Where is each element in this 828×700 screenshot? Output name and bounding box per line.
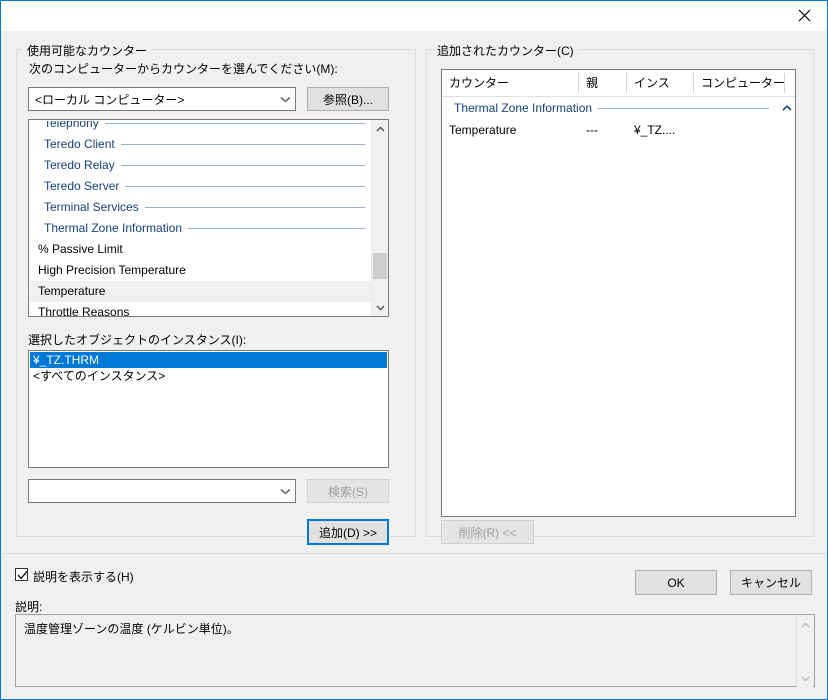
chevron-up-icon[interactable] [779, 105, 795, 111]
search-button[interactable]: 検索(S) [307, 479, 389, 503]
category-rule [120, 165, 365, 166]
instances-rows: ¥_TZ.THRM <すべてのインスタンス> [30, 352, 387, 384]
category-rule [104, 123, 365, 124]
instances-label: 選択したオブジェクトのインスタンス(I): [28, 333, 247, 347]
counter-tree-rows: Telephony Teredo Client Teredo Relay Teredo… [30, 121, 387, 316]
ok-button[interactable]: OK [635, 570, 717, 595]
added-counters-rows: Thermal Zone Information Temperature --- ¥_… [442, 97, 795, 141]
added-counters-table[interactable]: カウンター 親 インス コンピューター Thermal Zone Informa… [441, 69, 796, 517]
counter-tree-listbox[interactable]: Telephony Teredo Client Teredo Relay Teredo… [28, 119, 389, 317]
counter-category-row[interactable]: Thermal Zone Information [30, 218, 387, 239]
counter-tree-scrollbar[interactable] [371, 120, 388, 316]
show-description-label[interactable]: 説明を表示する(H) [33, 568, 134, 585]
add-counter-button[interactable]: 追加(D) >> [307, 519, 389, 545]
footer-divider [2, 553, 826, 554]
cell-instance: ¥_TZ.... [634, 123, 676, 137]
instance-list-item[interactable]: <すべてのインスタンス> [30, 368, 387, 384]
counter-category-label: Thermal Zone Information [44, 221, 183, 235]
description-text: 温度管理ゾーンの温度 (ケルビン単位)。 [24, 622, 239, 636]
computer-select-label: 次のコンピューターからカウンターを選んでください(M): [29, 62, 338, 76]
title-bar [1, 1, 827, 32]
cell-parent: --- [586, 123, 598, 137]
instances-listbox[interactable]: ¥_TZ.THRM <すべてのインスタンス> [28, 350, 389, 468]
scroll-down-icon[interactable] [372, 299, 388, 316]
category-rule [144, 207, 365, 208]
category-rule [188, 228, 365, 229]
add-counters-dialog: 使用可能なカウンター 次のコンピューターからカウンターを選んでください(M): … [0, 0, 828, 700]
column-divider[interactable] [784, 73, 785, 93]
scroll-up-icon[interactable] [372, 120, 388, 137]
added-counter-group-label: Thermal Zone Information [454, 101, 593, 115]
counter-category-label: Teredo Relay [44, 158, 115, 172]
cancel-button[interactable]: キャンセル [730, 570, 812, 595]
column-header-counter[interactable]: カウンター [442, 70, 577, 96]
counter-category-label: Teredo Server [44, 179, 120, 193]
instance-search-combo[interactable] [28, 479, 296, 503]
available-counters-group-label: 使用可能なカウンター [23, 42, 152, 59]
description-label: 説明: [15, 600, 43, 614]
scroll-down-icon[interactable] [797, 670, 813, 687]
category-rule [120, 144, 365, 145]
column-header-instance[interactable]: インス [627, 70, 693, 96]
remove-counter-button[interactable]: 削除(R) << [441, 520, 534, 544]
description-scrollbar[interactable] [796, 616, 813, 687]
counter-category-row[interactable]: Teredo Relay [30, 155, 387, 176]
counter-item-row[interactable]: High Precision Temperature [30, 260, 387, 281]
chevron-down-icon [275, 88, 295, 110]
counter-category-label: Teredo Client [44, 137, 115, 151]
counter-item-row[interactable]: Temperature [30, 281, 387, 302]
show-description-checkbox[interactable] [15, 568, 28, 581]
scroll-up-icon[interactable] [797, 616, 813, 633]
counter-category-row[interactable]: Teredo Server [30, 176, 387, 197]
browse-button[interactable]: 参照(B)... [307, 87, 389, 111]
added-counter-group-row[interactable]: Thermal Zone Information [442, 97, 795, 119]
counter-category-row[interactable]: Teredo Client [30, 134, 387, 155]
chevron-down-icon [275, 480, 295, 502]
category-rule [125, 186, 365, 187]
computer-combo[interactable]: <ローカル コンピューター> [28, 87, 296, 111]
computer-combo-value: <ローカル コンピューター> [35, 92, 185, 107]
close-glyph [798, 9, 810, 22]
added-counters-header: カウンター 親 インス コンピューター [442, 70, 795, 97]
added-counter-row[interactable]: Temperature --- ¥_TZ.... [442, 119, 795, 141]
instance-list-item[interactable]: ¥_TZ.THRM [30, 352, 387, 368]
scroll-thumb[interactable] [373, 253, 387, 279]
counter-category-label: Telephony [44, 121, 99, 130]
added-counters-group-label: 追加されたカウンター(C) [433, 42, 578, 59]
close-icon[interactable] [781, 1, 827, 30]
counter-category-label: Terminal Services [44, 200, 139, 214]
counter-item-row[interactable]: % Passive Limit [30, 239, 387, 260]
group-rule [598, 107, 769, 109]
counter-category-row[interactable]: Terminal Services [30, 197, 387, 218]
counter-category-row[interactable]: Telephony [30, 121, 387, 134]
check-icon [17, 570, 28, 580]
counter-item-row[interactable]: Throttle Reasons [30, 302, 387, 316]
description-textbox[interactable]: 温度管理ゾーンの温度 (ケルビン単位)。 [15, 614, 815, 687]
column-header-parent[interactable]: 親 [579, 70, 626, 96]
column-header-computer[interactable]: コンピューター [694, 70, 785, 96]
cell-counter: Temperature [449, 123, 517, 137]
